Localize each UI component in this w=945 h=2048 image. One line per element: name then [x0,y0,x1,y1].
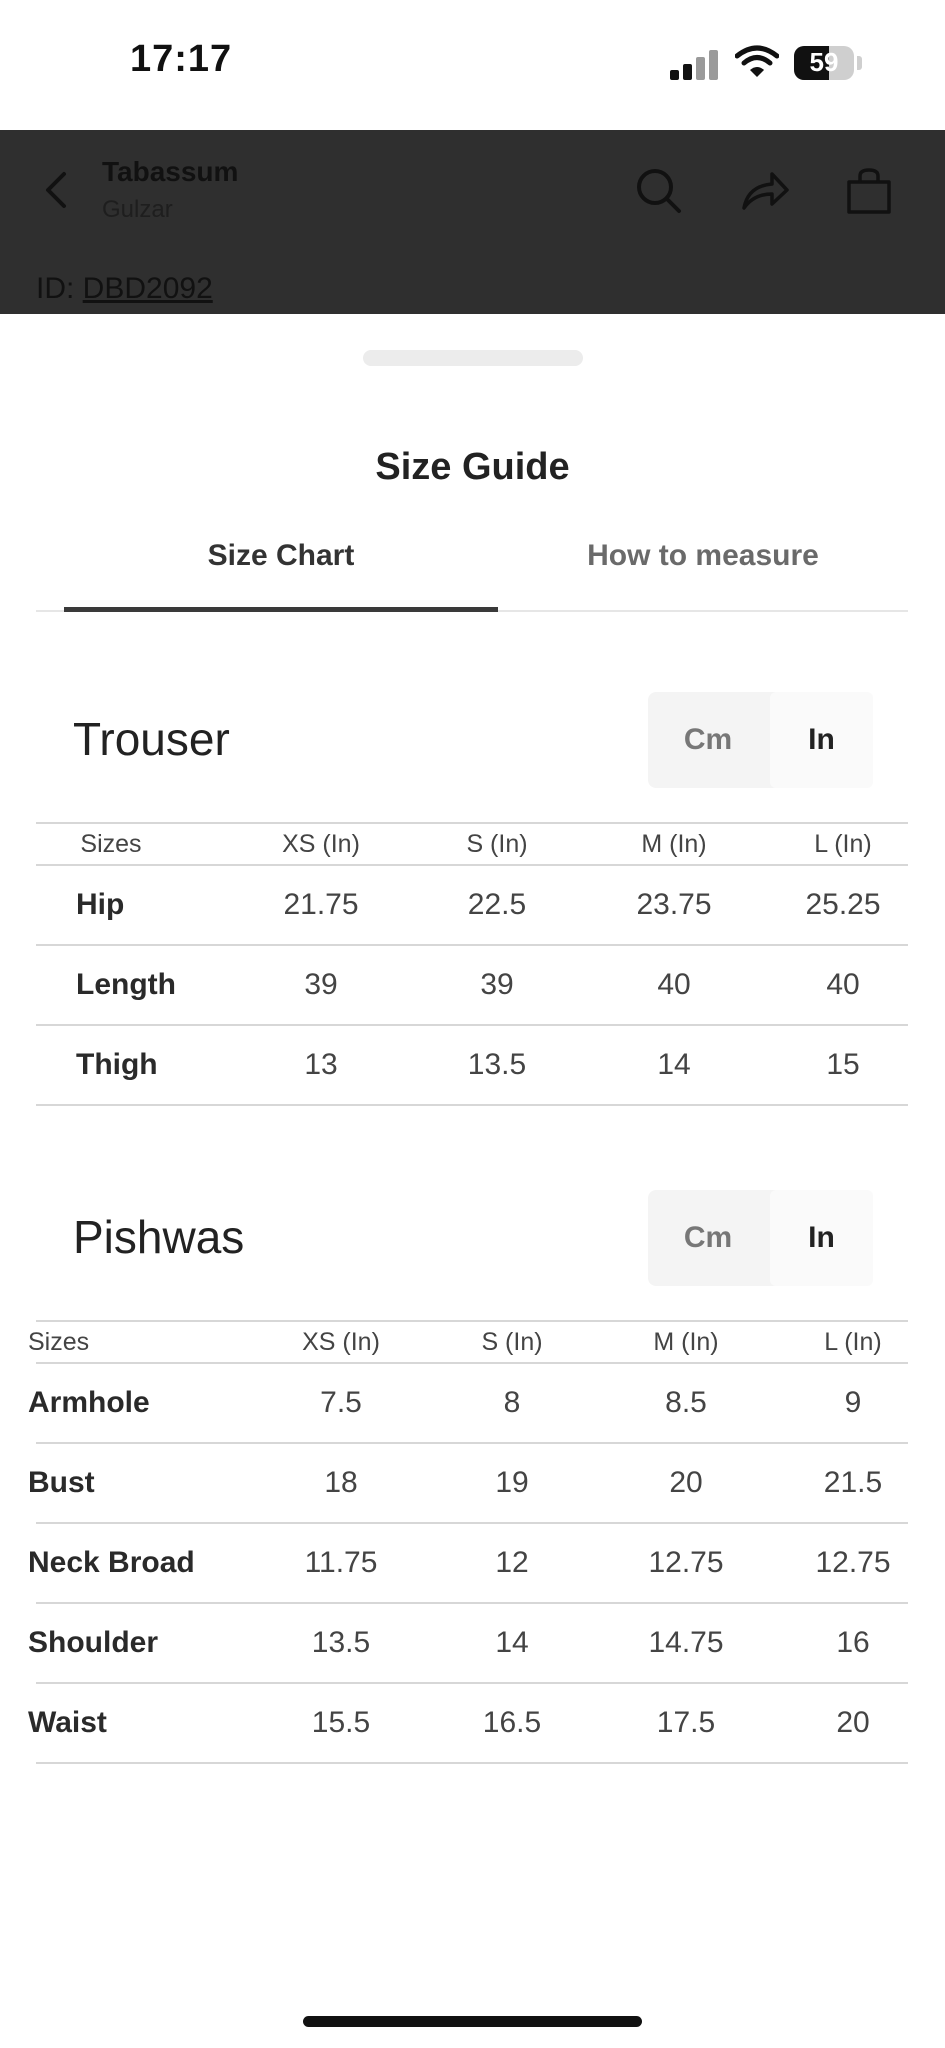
table-cell: 21.75 [283,888,359,921]
table-cell: 40 [657,968,691,1001]
product-id-row: ID: DBD2092 [0,252,945,314]
size-guide-tabs: Size Chart How to measure [36,524,908,612]
product-id: ID: DBD2092 [36,272,213,306]
table-cell: 15 [826,1048,860,1081]
battery-icon: 59 [794,46,854,80]
product-id-label: ID: [36,272,83,305]
table-row: Hip 21.75 22.5 23.75 25.25 [36,866,908,946]
table-row: Waist 15.5 16.5 17.5 20 [28,1684,908,1764]
product-id-code[interactable]: DBD2092 [83,272,213,305]
unit-toggle-pishwas: Cm In [648,1190,873,1286]
table-cell: 11.75 [304,1546,378,1579]
table-row: Length 39 39 40 40 [36,946,908,1026]
table-cell: 20 [836,1706,870,1739]
table-cell: 8.5 [665,1386,707,1419]
table-cell: 25.25 [805,888,881,921]
table-cell: 7.5 [320,1386,362,1419]
tab-how-to-measure[interactable]: How to measure [498,524,908,610]
table-cell: 39 [304,968,338,1001]
column-header: Sizes [80,830,142,858]
product-subtitle: Gulzar [102,196,173,223]
table-cell: 17.5 [656,1706,716,1739]
table-row: Neck Broad 11.75 12 12.75 12.75 [28,1524,908,1604]
battery-tip [857,56,862,70]
column-header: XS (In) [302,1328,380,1356]
battery-level: 59 [809,47,839,77]
column-header: S (In) [466,830,528,858]
app-header: Tabassum Gulzar [0,130,945,253]
shopping-bag-icon[interactable] [844,166,894,216]
row-label: Length [76,968,176,1001]
product-title: Tabassum [102,156,239,187]
table-cell: 14 [495,1626,529,1659]
back-chevron-icon[interactable] [40,170,74,210]
table-cell: 12.75 [648,1546,724,1579]
table-cell: 22.5 [467,888,527,921]
column-header: L (In) [814,830,872,858]
table-cell: 23.75 [636,888,712,921]
table-cell: 12 [495,1546,529,1579]
table-cell: 39 [480,968,514,1001]
column-header: Sizes [28,1328,90,1356]
table-cell: 13.5 [311,1626,371,1659]
sheet-title: Size Guide [375,446,570,488]
row-label: Bust [28,1466,95,1499]
trouser-size-table: Sizes XS (In) S (In) M (In) L (In) Hip 2… [36,822,908,1106]
size-guide-sheet: Size Guide Size Chart How to measure Tro… [0,314,945,1974]
row-label: Hip [76,888,125,921]
unit-cm-button[interactable]: Cm [648,1190,768,1286]
table-cell: 40 [826,968,860,1001]
column-header: M (In) [653,1328,719,1356]
wifi-icon [735,45,779,77]
table-cell: 16 [836,1626,870,1659]
column-header: XS (In) [282,830,360,858]
unit-toggle-trouser: Cm In [648,692,873,788]
row-label: Waist [28,1706,107,1739]
unit-in-button[interactable]: In [770,1190,873,1286]
table-cell: 9 [844,1386,862,1419]
table-cell: 14.75 [648,1626,724,1659]
row-label: Shoulder [28,1626,159,1659]
column-header: S (In) [481,1328,543,1356]
tab-size-chart[interactable]: Size Chart [64,524,498,612]
table-row: Thigh 13 13.5 14 15 [36,1026,908,1106]
table-cell: 13.5 [467,1048,527,1081]
column-header: M (In) [641,830,707,858]
row-label: Armhole [28,1386,150,1419]
cellular-signal-icon [670,50,720,80]
table-cell: 21.5 [823,1466,883,1499]
section-title-pishwas: Pishwas [73,1211,245,1263]
sheet-drag-handle[interactable] [363,350,583,366]
row-label: Thigh [76,1048,158,1081]
table-cell: 19 [495,1466,529,1499]
section-title-trouser: Trouser [73,713,230,765]
search-icon[interactable] [634,166,684,216]
unit-cm-button[interactable]: Cm [648,692,768,788]
unit-in-button[interactable]: In [770,692,873,788]
share-icon[interactable] [740,166,790,216]
pishwas-size-table: Sizes XS (In) S (In) M (In) L (In) Armho… [28,1320,908,1764]
table-cell: 20 [669,1466,703,1499]
home-indicator[interactable] [303,2016,642,2027]
column-header: L (In) [824,1328,882,1356]
table-cell: 18 [324,1466,358,1499]
table-cell: 15.5 [311,1706,371,1739]
row-label: Neck Broad [28,1546,195,1579]
table-header-row: Sizes XS (In) S (In) M (In) L (In) [36,824,908,866]
table-cell: 14 [657,1048,691,1081]
table-row: Armhole 7.5 8 8.5 9 [28,1364,908,1444]
table-row: Shoulder 13.5 14 14.75 16 [28,1604,908,1684]
table-cell: 12.75 [815,1546,891,1579]
table-cell: 8 [503,1386,521,1419]
status-time: 17:17 [130,38,233,80]
status-bar: 17:17 59 [0,0,945,130]
table-row: Bust 18 19 20 21.5 [28,1444,908,1524]
table-header-row: Sizes XS (In) S (In) M (In) L (In) [28,1322,908,1364]
table-cell: 16.5 [482,1706,542,1739]
table-cell: 13 [304,1048,338,1081]
